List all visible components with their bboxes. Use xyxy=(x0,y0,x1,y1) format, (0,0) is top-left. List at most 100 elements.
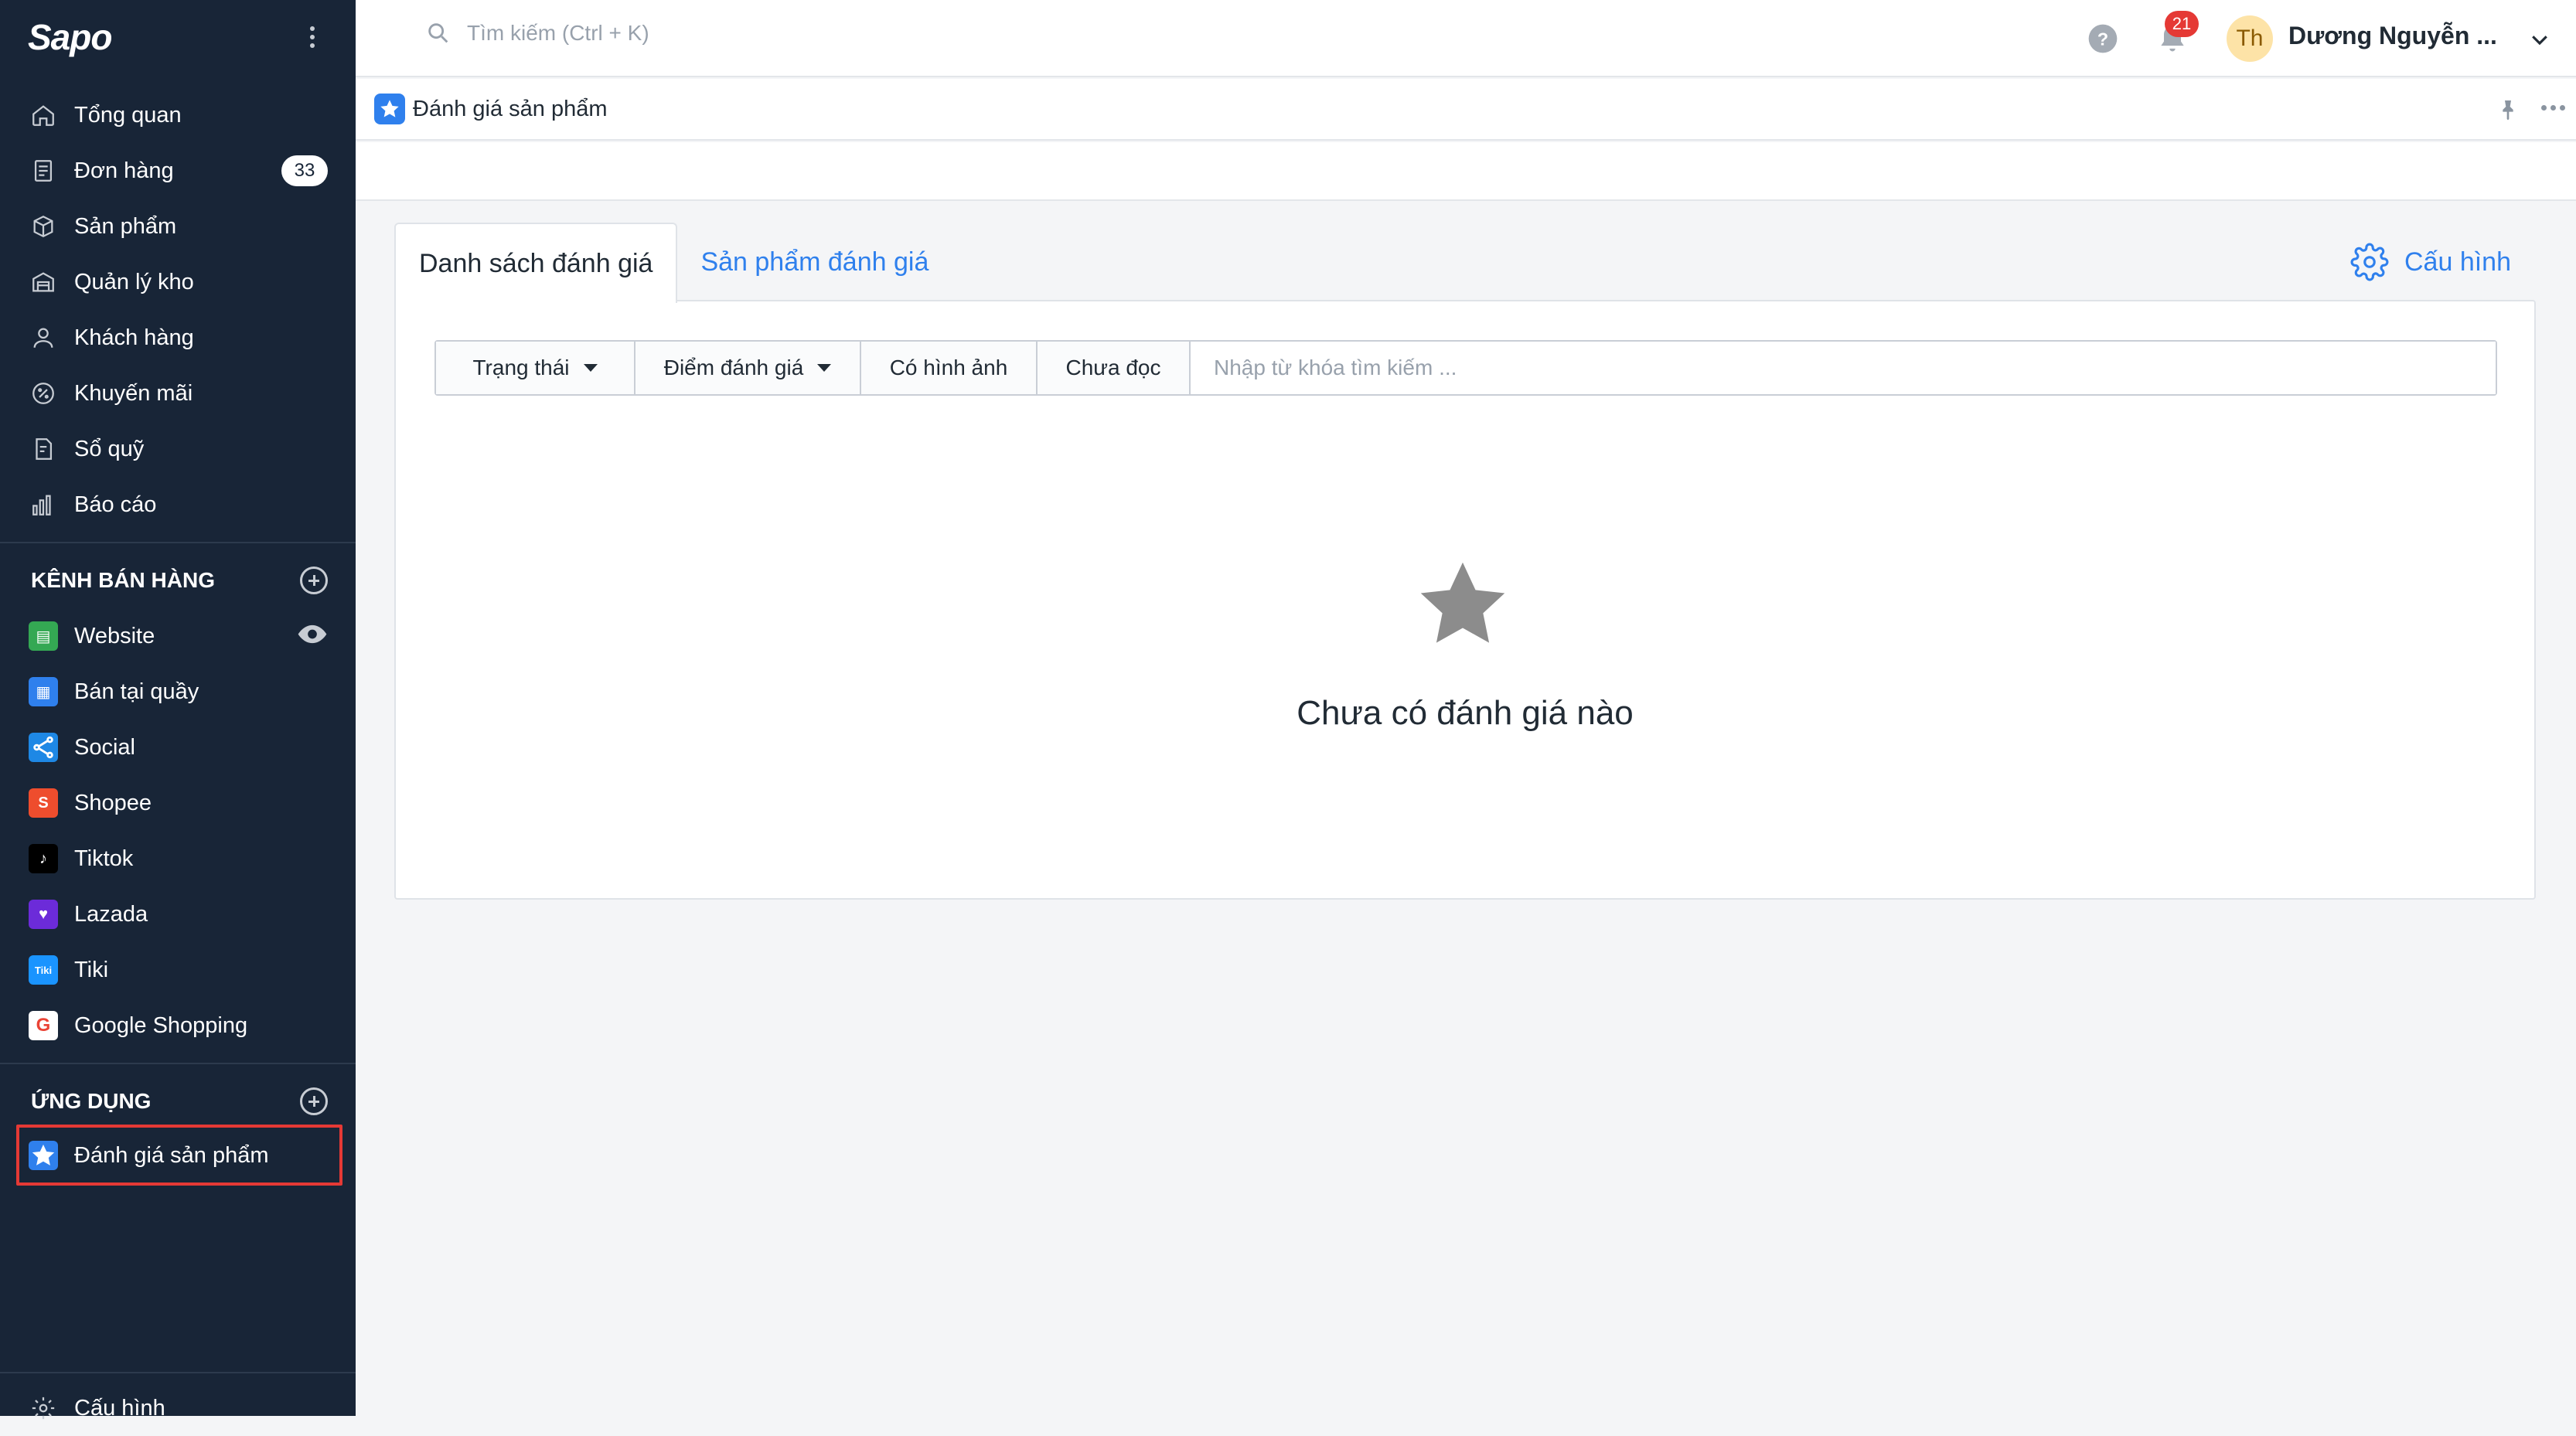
sidebar-item-products[interactable]: Sản phẩm xyxy=(0,199,356,254)
svg-text:?: ? xyxy=(2097,29,2108,49)
box-icon xyxy=(28,211,59,242)
warehouse-icon xyxy=(28,267,59,298)
gear-icon xyxy=(2350,243,2389,281)
store-icon: ▦ xyxy=(28,676,59,707)
sidebar-channel-shopee[interactable]: S Shopee xyxy=(0,775,356,831)
sub-toolbar xyxy=(356,142,2576,201)
sidebar-item-label: Social xyxy=(74,734,135,760)
home-icon xyxy=(28,100,59,131)
tiki-icon: Tiki xyxy=(28,954,59,985)
unread-filter-label: Chưa đọc xyxy=(1065,356,1161,379)
sidebar-item-label: Tiktok xyxy=(74,846,134,871)
sidebar-channel-tiki[interactable]: Tiki Tiki xyxy=(0,942,356,998)
caret-down-icon xyxy=(583,364,598,372)
global-search[interactable]: Tìm kiếm (Ctrl + K) xyxy=(425,20,649,46)
website-icon: ▤ xyxy=(28,621,59,652)
sidebar-divider xyxy=(0,1372,356,1373)
add-app-icon[interactable] xyxy=(300,1087,328,1115)
rating-filter-button[interactable]: Điểm đánh giá xyxy=(635,342,861,394)
sidebar-item-label: Khách hàng xyxy=(74,325,194,350)
sidebar-item-label: Quản lý kho xyxy=(74,269,194,294)
shopee-icon: S xyxy=(28,788,59,818)
order-icon xyxy=(28,155,59,186)
kebab-menu-icon[interactable] xyxy=(308,26,317,48)
eye-icon[interactable] xyxy=(297,619,328,654)
sidebar-item-label: Shopee xyxy=(74,790,152,815)
sidebar-item-label: Cấu hình xyxy=(74,1395,165,1421)
empty-star-icon xyxy=(1420,562,1505,643)
sidebar-channel-website[interactable]: ▤ Website xyxy=(0,608,356,664)
page-title: Đánh giá sản phẩm xyxy=(413,96,608,121)
highlight-box xyxy=(16,1125,342,1186)
sidebar-item-cashbook[interactable]: Sổ quỹ xyxy=(0,421,356,477)
status-filter-label: Trạng thái xyxy=(472,356,570,379)
sales-channels-title: KÊNH BÁN HÀNG xyxy=(31,568,215,592)
gear-icon xyxy=(28,1393,59,1424)
sidebar-channel-tiktok[interactable]: ♪ Tiktok xyxy=(0,831,356,886)
config-link[interactable]: Cấu hình xyxy=(2350,243,2511,281)
review-tabs: Danh sách đánh giá Sản phẩm đánh giá xyxy=(394,223,952,303)
user-icon xyxy=(28,322,59,353)
share-icon xyxy=(28,732,59,763)
orders-count-badge: 33 xyxy=(281,155,328,186)
reviews-card: Trạng thái Điểm đánh giá Có hình ảnh Chư… xyxy=(394,300,2536,900)
apps-title: ỨNG DỤNG xyxy=(31,1089,152,1113)
search-icon xyxy=(428,23,448,43)
sidebar-item-label: Website xyxy=(74,623,155,648)
lazada-icon: ♥ xyxy=(28,899,59,930)
rating-filter-label: Điểm đánh giá xyxy=(663,356,804,379)
breadcrumb: Đánh giá sản phẩm xyxy=(356,79,2576,141)
user-name[interactable]: Dương Nguyễn ... xyxy=(2288,22,2497,50)
empty-state-message: Chưa có đánh giá nào xyxy=(1297,694,1634,732)
with-images-filter-label: Có hình ảnh xyxy=(889,356,1008,379)
notification-count-badge: 21 xyxy=(2165,11,2199,37)
sidebar-item-reports[interactable]: Báo cáo xyxy=(0,477,356,533)
star-app-icon xyxy=(374,94,405,124)
tab-review-list[interactable]: Danh sách đánh giá xyxy=(394,223,678,303)
sapo-logo[interactable]: Sapo xyxy=(28,16,112,58)
sales-channels-header: KÊNH BÁN HÀNG xyxy=(31,557,328,604)
sidebar-channel-lazada[interactable]: ♥ Lazada xyxy=(0,886,356,942)
help-icon[interactable]: ? xyxy=(2087,23,2118,54)
ledger-icon xyxy=(28,434,59,464)
sidebar-divider xyxy=(0,542,356,543)
sidebar-item-orders[interactable]: Đơn hàng 33 xyxy=(0,143,356,199)
sidebar-item-label: Tổng quan xyxy=(74,102,182,128)
sidebar-divider xyxy=(0,1063,356,1064)
pin-icon[interactable] xyxy=(2496,97,2520,122)
caret-down-icon xyxy=(817,364,832,372)
review-search-input[interactable] xyxy=(1191,342,2496,394)
sidebar-item-inventory[interactable]: Quản lý kho xyxy=(0,254,356,310)
sidebar: Sapo Tổng quan Đơn hàng 33 Sản phẩm Quản… xyxy=(0,0,356,1421)
apps-header: ỨNG DỤNG xyxy=(31,1078,328,1125)
sidebar-item-label: Khuyến mãi xyxy=(74,380,193,406)
sidebar-channel-pos[interactable]: ▦ Bán tại quầy xyxy=(0,664,356,720)
add-channel-icon[interactable] xyxy=(300,567,328,594)
google-icon: G xyxy=(28,1010,59,1041)
with-images-filter-button[interactable]: Có hình ảnh xyxy=(861,342,1038,394)
chevron-down-icon[interactable] xyxy=(2528,28,2551,51)
sidebar-channel-google-shopping[interactable]: G Google Shopping xyxy=(0,998,356,1053)
brand-bar: Sapo xyxy=(28,14,329,60)
sidebar-item-label: Báo cáo xyxy=(74,492,157,517)
discount-icon xyxy=(28,378,59,409)
config-link-label: Cấu hình xyxy=(2404,247,2511,277)
sidebar-item-customers[interactable]: Khách hàng xyxy=(0,310,356,366)
sidebar-item-promotions[interactable]: Khuyến mãi xyxy=(0,366,356,421)
sidebar-item-label: Lazada xyxy=(74,901,148,927)
more-options-icon[interactable] xyxy=(2541,105,2565,111)
sidebar-item-settings[interactable]: Cấu hình xyxy=(0,1380,356,1436)
top-bar: Tìm kiếm (Ctrl + K) ? 21 Th Dương Nguyễn… xyxy=(356,0,2576,77)
filter-bar: Trạng thái Điểm đánh giá Có hình ảnh Chư… xyxy=(434,340,2497,396)
avatar[interactable]: Th xyxy=(2227,15,2273,62)
sidebar-item-label: Đơn hàng xyxy=(74,158,174,183)
status-filter-button[interactable]: Trạng thái xyxy=(436,342,635,394)
global-search-placeholder: Tìm kiếm (Ctrl + K) xyxy=(467,21,649,45)
sidebar-channel-social[interactable]: Social xyxy=(0,720,356,775)
sidebar-item-label: Tiki xyxy=(74,957,109,982)
sidebar-item-label: Sản phẩm xyxy=(74,213,177,239)
tiktok-icon: ♪ xyxy=(28,843,59,874)
unread-filter-button[interactable]: Chưa đọc xyxy=(1038,342,1191,394)
tab-reviewed-products[interactable]: Sản phẩm đánh giá xyxy=(677,223,952,301)
sidebar-item-overview[interactable]: Tổng quan xyxy=(0,87,356,143)
